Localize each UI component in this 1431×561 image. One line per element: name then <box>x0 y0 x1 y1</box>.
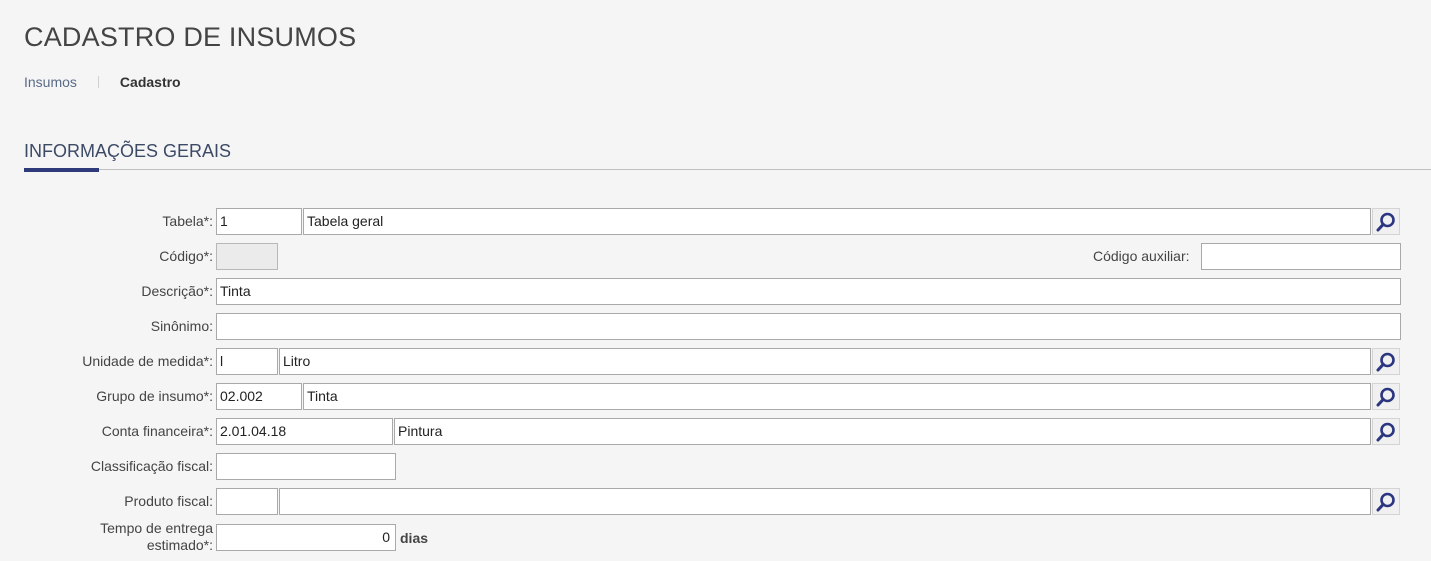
sinonimo-label: Sinônimo: <box>150 318 213 334</box>
search-icon <box>1376 387 1395 406</box>
conta-financeira-search-button[interactable] <box>1372 418 1400 445</box>
section-accent-bar <box>24 168 99 172</box>
breadcrumb-separator <box>97 76 99 88</box>
unidade-medida-description-input[interactable]: Litro <box>279 348 1371 375</box>
grupo-insumo-code-input[interactable]: 02.002 <box>216 383 302 410</box>
produto-fiscal-description-input[interactable] <box>279 488 1371 515</box>
classificacao-fiscal-label: Classificação fiscal: <box>90 458 213 474</box>
search-icon <box>1376 492 1395 511</box>
produto-fiscal-label: Produto fiscal: <box>124 493 213 509</box>
conta-financeira-code-input[interactable]: 2.01.04.18 <box>216 418 393 445</box>
codigo-auxiliar-label: Código auxiliar: <box>1093 248 1190 264</box>
search-icon <box>1376 212 1395 231</box>
codigo-auxiliar-input[interactable] <box>1201 243 1401 270</box>
tabela-search-button[interactable] <box>1372 208 1400 235</box>
conta-financeira-label: Conta financeira*: <box>101 423 213 439</box>
tabela-code-input[interactable]: 1 <box>216 208 302 235</box>
breadcrumb: Insumos Cadastro <box>24 74 181 90</box>
breadcrumb-link-insumos[interactable]: Insumos <box>24 74 77 90</box>
classificacao-fiscal-input[interactable] <box>216 453 396 480</box>
produto-fiscal-search-button[interactable] <box>1372 488 1400 515</box>
codigo-label: Código*: <box>159 248 213 264</box>
breadcrumb-current: Cadastro <box>119 74 181 90</box>
search-icon <box>1376 352 1395 371</box>
grupo-insumo-search-button[interactable] <box>1372 383 1400 410</box>
unidade-medida-label: Unidade de medida*: <box>82 353 213 369</box>
tabela-description-input[interactable]: Tabela geral <box>303 208 1371 235</box>
tabela-label: Tabela*: <box>162 213 213 229</box>
descricao-input[interactable]: Tinta <box>216 278 1401 305</box>
sinonimo-input[interactable] <box>216 313 1401 340</box>
section-divider <box>24 169 1431 170</box>
conta-financeira-description-input[interactable]: Pintura <box>394 418 1371 445</box>
grupo-insumo-description-input[interactable]: Tinta <box>303 383 1371 410</box>
unidade-medida-search-button[interactable] <box>1372 348 1400 375</box>
page-title: CADASTRO DE INSUMOS <box>24 22 357 52</box>
grupo-insumo-label: Grupo de insumo*: <box>96 388 213 404</box>
section-title: INFORMAÇÕES GERAIS <box>24 141 232 161</box>
codigo-input[interactable] <box>216 243 278 270</box>
tempo-entrega-label: Tempo de entrega estimado*: <box>100 520 213 553</box>
unidade-medida-code-input[interactable]: l <box>216 348 278 375</box>
tempo-entrega-input[interactable]: 0 <box>216 524 396 551</box>
tempo-entrega-suffix: dias <box>400 530 429 546</box>
produto-fiscal-code-input[interactable] <box>216 488 278 515</box>
descricao-label: Descrição*: <box>141 283 213 299</box>
search-icon <box>1376 422 1395 441</box>
